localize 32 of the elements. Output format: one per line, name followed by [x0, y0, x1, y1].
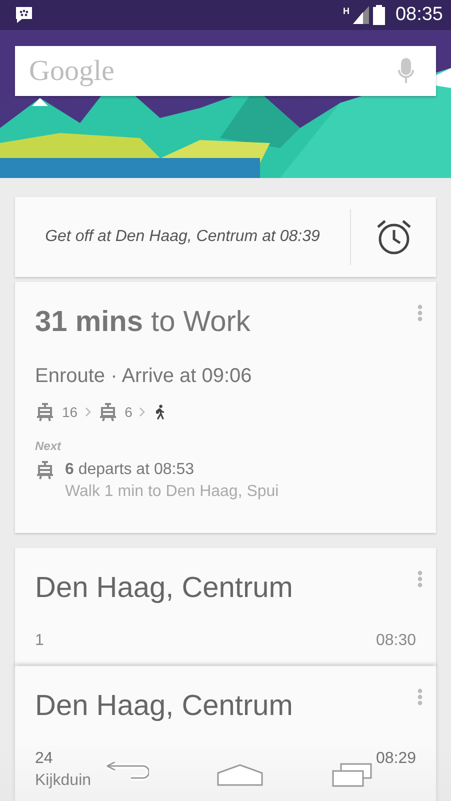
commute-title: 31 mins to Work [35, 305, 252, 340]
line-number: 24 [35, 749, 53, 769]
station-name: Den Haag, Centrum [35, 571, 294, 606]
tram-icon [35, 459, 55, 481]
next-label: Next [35, 438, 62, 455]
tram-icon [35, 402, 55, 422]
home-button[interactable] [216, 763, 264, 787]
route-line-number: 6 [124, 404, 132, 420]
microphone-icon [398, 58, 414, 84]
destination: Kijkduin [35, 771, 92, 791]
battery-icon [373, 5, 386, 25]
clock-time: 08:35 [395, 4, 443, 26]
tram-icon [98, 402, 118, 422]
more-options-icon [417, 570, 423, 588]
search-field[interactable]: Google [15, 46, 436, 96]
alarm-text: Get off at Den Haag, Centrum at 08:39 [44, 228, 321, 246]
chat-notification-icon [14, 5, 34, 25]
departure-time: 08:30 [376, 631, 416, 651]
recent-apps-button[interactable] [331, 762, 373, 788]
more-options-icon [417, 304, 423, 322]
chevron-icon [139, 407, 146, 417]
route-line-number: 16 [62, 404, 78, 420]
network-type: H [342, 6, 350, 16]
departure-text: 6 departs at 08:53 [65, 460, 195, 480]
line-number: 1 [35, 631, 44, 651]
commute-status: Enroute · Arrive at 09:06 [35, 364, 253, 389]
signal-icon [353, 6, 370, 24]
chevron-icon [84, 407, 91, 417]
departure-time: 08:29 [376, 749, 416, 769]
more-options-icon [417, 688, 423, 706]
station-name: Den Haag, Centrum [35, 689, 294, 724]
walk-instruction: Walk 1 min to Den Haag, Spui [65, 482, 279, 502]
